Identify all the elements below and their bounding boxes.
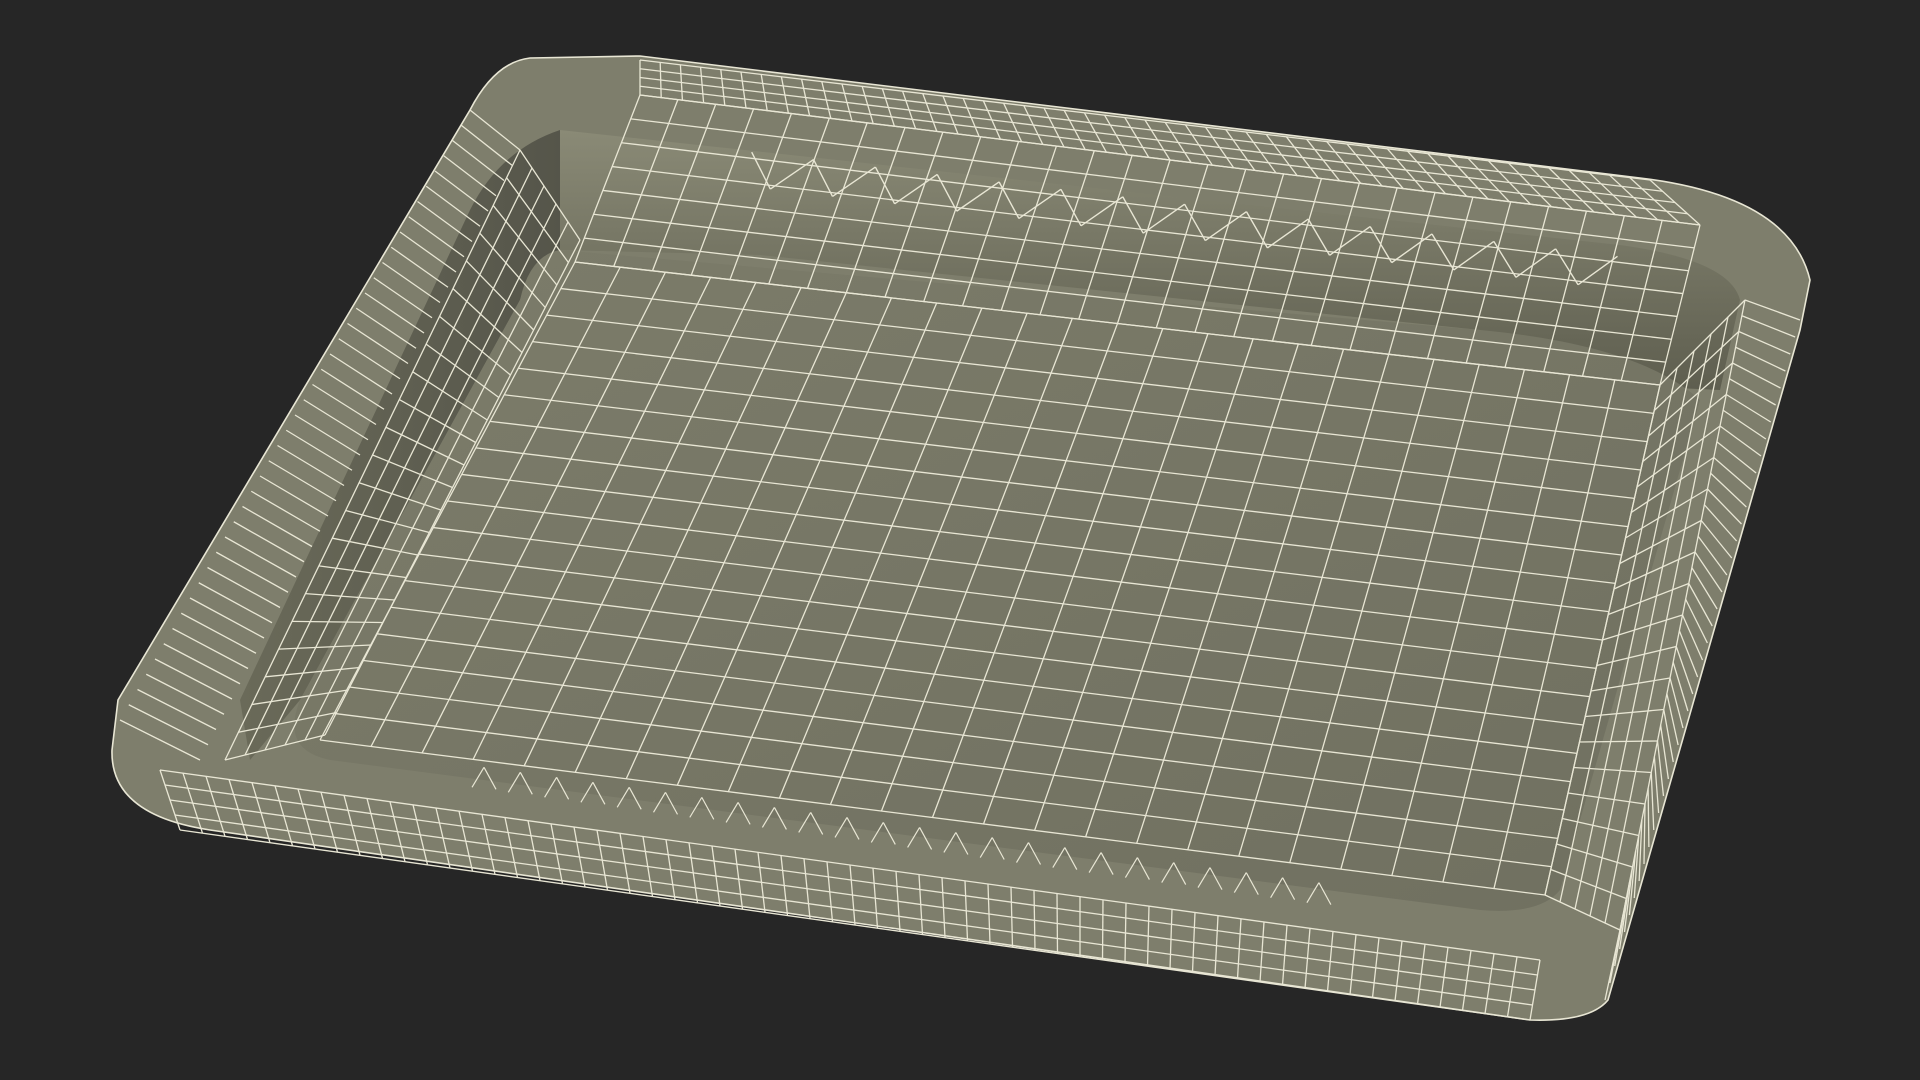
tray-wireframe-render — [111, 55, 1811, 1021]
wire-edge — [1647, 788, 1650, 848]
viewport — [0, 0, 1920, 1080]
